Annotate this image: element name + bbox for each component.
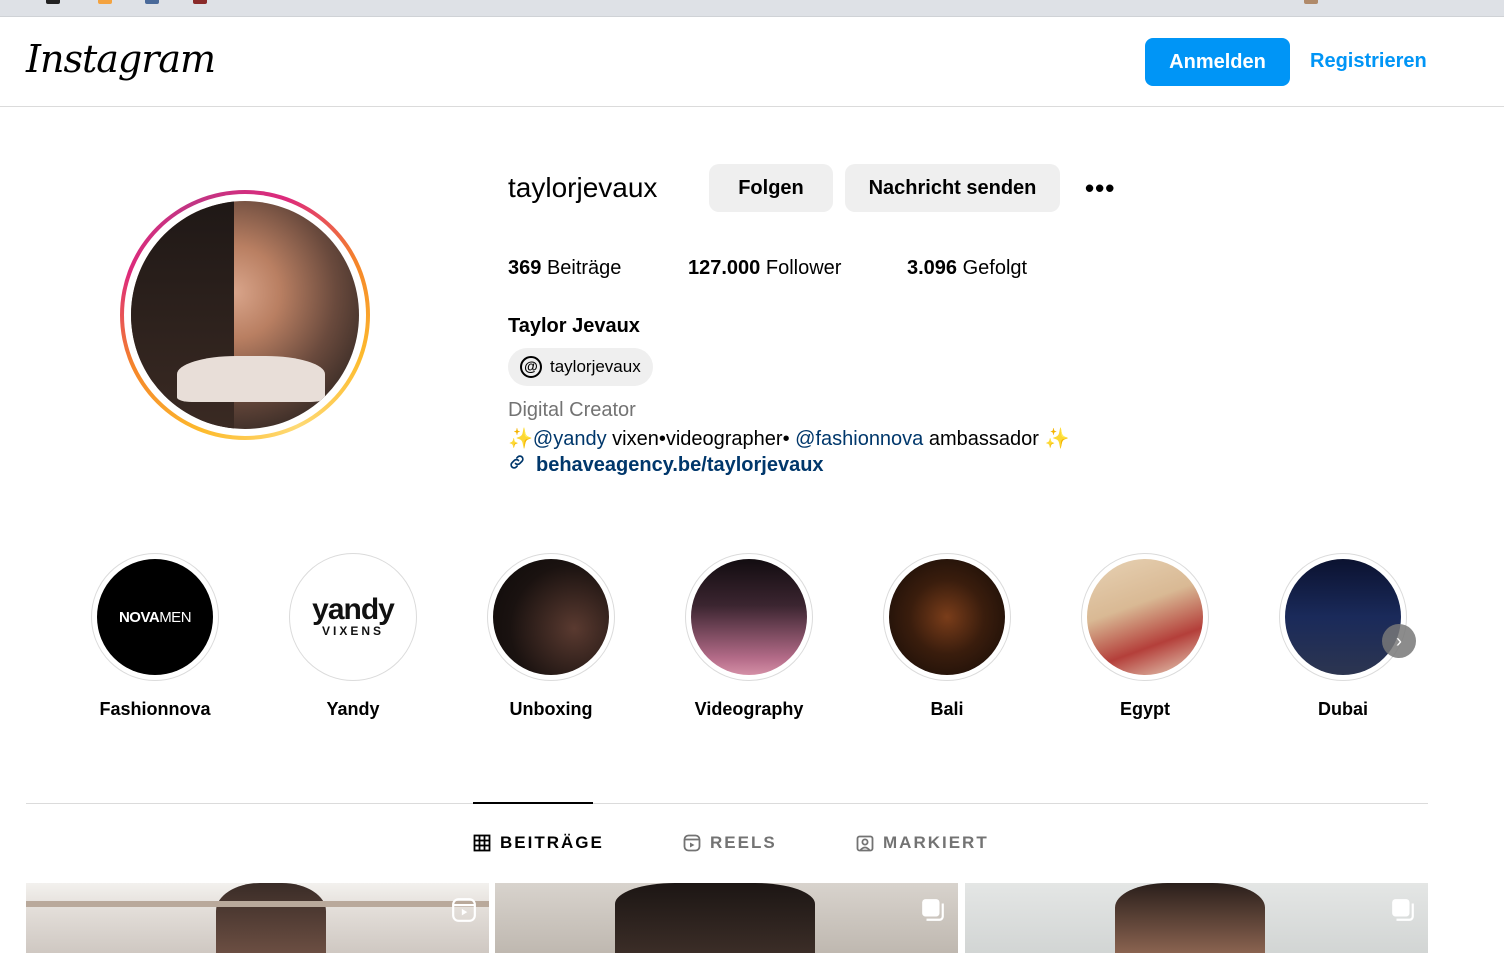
- mention-yandy[interactable]: @yandy: [533, 428, 607, 450]
- post-photo-detail: [216, 883, 326, 953]
- following-stat[interactable]: 3.096 Gefolgt: [907, 257, 1027, 280]
- browser-favicon: [193, 0, 207, 4]
- sparkles-emoji: ✨: [1044, 428, 1070, 450]
- highlight-videography[interactable]: Videography: [685, 553, 813, 720]
- carousel-icon: [1390, 897, 1416, 923]
- cover-text: NOVA: [118, 608, 160, 626]
- cover-text: MEN: [159, 608, 192, 626]
- highlight-cover: yandy VIXENS: [295, 559, 411, 675]
- highlight-cover: [691, 559, 807, 675]
- browser-tab-strip: [0, 0, 1504, 17]
- highlight-label: Dubai: [1317, 699, 1368, 719]
- cover-text: yandy: [312, 593, 395, 626]
- highlight-bali[interactable]: Bali: [883, 553, 1011, 720]
- tab-label: MARKIERT: [883, 833, 989, 852]
- tabs-divider: [26, 803, 1428, 804]
- instagram-logo[interactable]: Instagram: [26, 37, 216, 81]
- posts-count: 369: [508, 257, 542, 279]
- avatar-border: [124, 194, 366, 436]
- profile-username: taylorjevaux: [508, 172, 658, 203]
- profile-full-name: Taylor Jevaux: [508, 315, 640, 337]
- more-options-icon[interactable]: •••: [1085, 175, 1121, 201]
- chevron-right-icon[interactable]: ›: [1382, 624, 1416, 658]
- followers-label: Follower: [765, 257, 842, 279]
- top-navigation: Instagram Anmelden Registrieren: [0, 17, 1504, 107]
- post-photo-detail: [1115, 883, 1265, 953]
- tab-posts[interactable]: BEITRÄGE: [473, 833, 604, 853]
- register-link[interactable]: Registrieren: [1310, 50, 1427, 73]
- profile-link-row: behaveagency.be/taylorjevaux: [508, 453, 824, 477]
- highlight-ring: [1279, 553, 1407, 681]
- active-tab-indicator: [473, 802, 593, 804]
- profile-avatar[interactable]: [120, 190, 370, 440]
- highlight-ring: NOVA MEN: [91, 553, 219, 681]
- browser-favicon: [1304, 0, 1318, 4]
- browser-favicon: [46, 0, 60, 4]
- post-photo-detail: [26, 901, 489, 907]
- highlight-cover: [493, 559, 609, 675]
- post-thumbnail[interactable]: [26, 883, 489, 953]
- tab-label: BEITRÄGE: [500, 833, 604, 852]
- highlight-ring: [1081, 553, 1209, 681]
- posts-label: Beiträge: [546, 257, 622, 279]
- highlight-yandy[interactable]: yandy VIXENS Yandy: [289, 553, 417, 720]
- posts-stat: 369 Beiträge: [508, 257, 621, 280]
- highlight-ring: [685, 553, 813, 681]
- followers-stat[interactable]: 127.000 Follower: [688, 257, 841, 280]
- tab-reels[interactable]: REELS: [683, 833, 777, 853]
- external-link[interactable]: behaveagency.be/taylorjevaux: [536, 454, 824, 476]
- reel-icon: [451, 897, 477, 923]
- threads-handle: taylorjevaux: [550, 357, 641, 376]
- highlight-label: Egypt: [1119, 699, 1170, 719]
- bio-text: ambassador: [923, 428, 1045, 450]
- highlight-cover: NOVA MEN: [97, 559, 213, 675]
- highlight-label: Yandy: [326, 699, 380, 719]
- sparkles-emoji: ✨: [508, 428, 533, 450]
- send-message-button[interactable]: Nachricht senden: [845, 164, 1060, 212]
- highlight-egypt[interactable]: Egypt: [1081, 553, 1209, 720]
- cover-text: VIXENS: [321, 624, 384, 638]
- highlight-ring: yandy VIXENS: [289, 553, 417, 681]
- mention-fashionnova[interactable]: @fashionnova: [795, 428, 923, 450]
- post-photo-detail: [615, 883, 815, 953]
- carousel-icon: [920, 897, 946, 923]
- link-icon: [508, 453, 526, 476]
- browser-favicon: [98, 0, 112, 4]
- highlight-cover: [889, 559, 1005, 675]
- highlight-label: Fashionnova: [99, 699, 211, 719]
- reels-icon: [683, 834, 701, 852]
- follow-button[interactable]: Folgen: [709, 164, 833, 212]
- login-button[interactable]: Anmelden: [1145, 38, 1290, 86]
- profile-category: Digital Creator: [508, 399, 636, 421]
- highlight-label: Videography: [694, 699, 804, 719]
- highlight-cover: [1285, 559, 1401, 675]
- post-thumbnail[interactable]: [495, 883, 958, 953]
- profile-bio: ✨@yandy vixen•videographer• @fashionnova…: [508, 426, 1069, 451]
- followers-count: 127.000: [688, 257, 761, 279]
- highlight-cover: [1087, 559, 1203, 675]
- avatar-photo: [131, 201, 359, 429]
- following-count: 3.096: [907, 257, 958, 279]
- highlight-unboxing[interactable]: Unboxing: [487, 553, 615, 720]
- threads-link[interactable]: @ taylorjevaux: [508, 348, 653, 386]
- following-label: Gefolgt: [962, 257, 1028, 279]
- tagged-icon: [856, 834, 874, 852]
- highlight-ring: [487, 553, 615, 681]
- browser-favicon: [145, 0, 159, 4]
- tab-label: REELS: [710, 833, 777, 852]
- highlight-fashionnova[interactable]: NOVA MEN Fashionnova: [91, 553, 219, 720]
- threads-icon: @: [520, 356, 542, 378]
- highlight-ring: [883, 553, 1011, 681]
- post-thumbnail[interactable]: [965, 883, 1428, 953]
- avatar-photo-detail: [176, 356, 325, 402]
- highlight-label: Unboxing: [509, 699, 593, 719]
- bio-text: vixen•videographer•: [606, 428, 796, 450]
- grid-icon: [473, 834, 491, 852]
- highlight-label: Bali: [930, 699, 964, 719]
- tab-tagged[interactable]: MARKIERT: [856, 833, 989, 853]
